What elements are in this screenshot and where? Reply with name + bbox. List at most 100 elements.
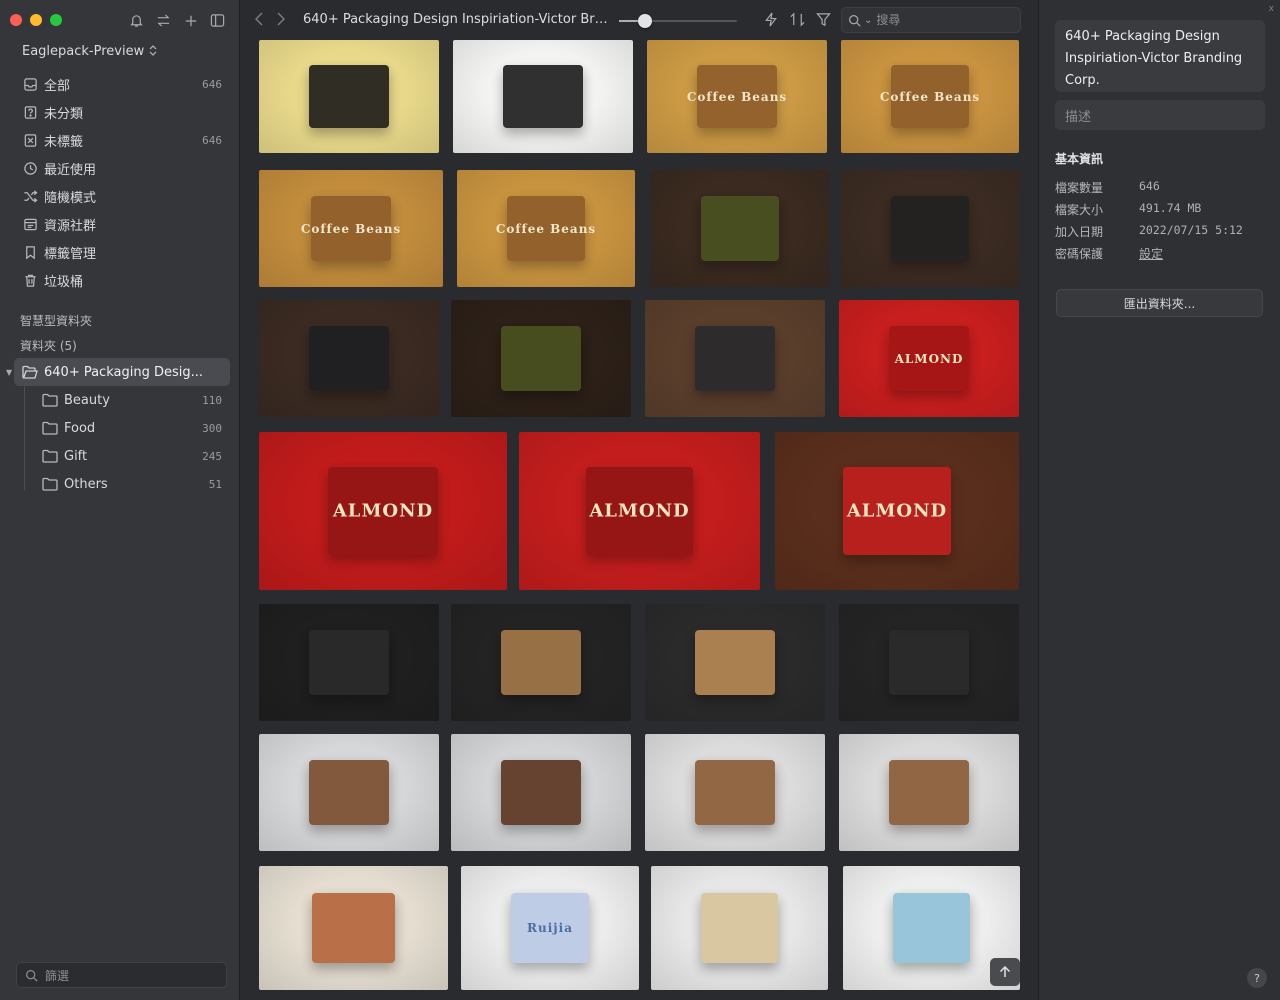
thumbnail-item[interactable] <box>839 734 1019 851</box>
sidebar-item-community[interactable]: 資源社群 <box>14 210 230 238</box>
thumbnail-item[interactable] <box>645 300 825 417</box>
thumbnail-size-slider[interactable] <box>619 14 737 28</box>
bolt-icon[interactable] <box>763 11 779 27</box>
thumbnail-item[interactable]: ALMOND <box>259 432 507 590</box>
search-icon <box>25 968 39 982</box>
password-set-link[interactable]: 設定 <box>1139 245 1163 263</box>
thumbnail-item[interactable] <box>259 866 448 990</box>
subfolder-label: Others <box>64 476 108 492</box>
description-field[interactable]: 描述 <box>1055 100 1265 130</box>
thumbnail-item[interactable]: Coffee Beans <box>457 170 635 287</box>
export-folder-button[interactable]: 匯出資料夾... <box>1056 289 1263 317</box>
thumbnail-item[interactable] <box>259 734 439 851</box>
thumbnail-item[interactable]: ALMOND <box>839 300 1019 417</box>
minimize-window-button[interactable] <box>30 14 42 26</box>
sort-icon[interactable] <box>789 11 805 27</box>
filter-input[interactable]: 篩選 <box>16 962 227 988</box>
subfolder-others[interactable]: Others 51 <box>14 470 230 498</box>
sidebar-toolbar <box>128 12 226 29</box>
filter-funnel-icon[interactable] <box>815 11 831 27</box>
folder-icon <box>42 392 58 408</box>
subfolder-beauty[interactable]: Beauty 110 <box>14 386 230 414</box>
inspector-panel: x 640+ Packaging Design Inspiriation-Vic… <box>1038 0 1280 1000</box>
close-icon[interactable]: x <box>1269 4 1274 14</box>
sidebar-item-question-box[interactable]: 未分類 <box>14 98 230 126</box>
filter-placeholder: 篩選 <box>45 968 70 983</box>
add-icon[interactable] <box>182 12 199 29</box>
forward-chevron-icon[interactable] <box>276 12 285 30</box>
thumbnail-item[interactable] <box>451 300 631 417</box>
thumbnail-item[interactable]: ALMOND <box>519 432 760 590</box>
thumbnail-item[interactable] <box>841 170 1019 287</box>
sync-icon[interactable] <box>155 12 172 29</box>
product-shape <box>889 629 969 696</box>
thumbnail-item[interactable] <box>259 300 439 417</box>
history-nav <box>255 12 285 30</box>
info-key: 檔案大小 <box>1055 203 1104 217</box>
tag-off-icon <box>22 132 38 148</box>
expand-caret-icon[interactable]: ▼ <box>6 368 12 377</box>
sidebar-item-label: 未標籤 <box>44 134 84 150</box>
help-button[interactable]: ? <box>1247 968 1267 988</box>
thumbnail-item[interactable] <box>259 40 439 153</box>
package-label: Coffee Beans <box>300 221 402 236</box>
scroll-to-top-button[interactable] <box>990 958 1020 986</box>
folder-icon <box>42 420 58 436</box>
thumbnail-item[interactable] <box>651 866 828 990</box>
thumbnail-item[interactable] <box>451 734 631 851</box>
sidebar-toggle-icon[interactable] <box>209 12 226 29</box>
bell-icon[interactable] <box>128 12 145 29</box>
sidebar-item-shuffle[interactable]: 隨機模式 <box>14 182 230 210</box>
community-icon <box>22 216 38 232</box>
subfolder-label: Beauty <box>64 392 110 408</box>
thumbnail-item[interactable]: Coffee Beans <box>647 40 827 153</box>
search-scope-chevron-icon[interactable]: ⌄ <box>864 15 872 26</box>
smart-folders-header[interactable]: 智慧型資料夾 <box>20 312 92 329</box>
back-chevron-icon[interactable] <box>255 12 264 30</box>
sidebar-item-inbox[interactable]: 全部 646 <box>14 70 230 98</box>
thumbnail-item[interactable] <box>645 604 825 721</box>
thumbnail-item[interactable] <box>451 604 631 721</box>
sidebar-item-label: 未分類 <box>44 106 84 122</box>
info-key: 密碼保護 <box>1055 247 1104 261</box>
subfolder-gift[interactable]: Gift 245 <box>14 442 230 470</box>
product-shape <box>700 893 779 963</box>
main-toolbar: 640+ Packaging Design Inspiriation-Victo… <box>241 0 1038 40</box>
sidebar-item-bookmark[interactable]: 標籤管理 <box>14 238 230 266</box>
subfolder-food[interactable]: Food 300 <box>14 414 230 442</box>
sidebar-item-clock[interactable]: 最近使用 <box>14 154 230 182</box>
package-label: ALMOND <box>589 500 690 522</box>
sidebar-item-tag-off[interactable]: 未標籤 646 <box>14 126 230 154</box>
thumbnail-item[interactable]: Coffee Beans <box>259 170 443 287</box>
thumbnail-item[interactable]: Coffee Beans <box>841 40 1019 153</box>
sidebar-item-label: 全部 <box>44 78 71 94</box>
library-switcher[interactable]: Eaglepack-Preview <box>22 44 157 59</box>
sidebar-item-label: 隨機模式 <box>44 190 97 206</box>
item-count: 646 <box>202 133 222 147</box>
thumbnail-item[interactable] <box>651 170 829 287</box>
shuffle-icon <box>22 188 38 204</box>
folder-root-packaging[interactable]: ▼ 640+ Packaging Desig... <box>6 358 230 386</box>
product-shape <box>695 629 775 696</box>
thumbnail-item[interactable] <box>453 40 633 153</box>
folder-name-field[interactable]: 640+ Packaging Design Inspiriation-Victo… <box>1055 20 1265 92</box>
close-window-button[interactable] <box>10 14 22 26</box>
search-input[interactable] <box>876 13 1017 27</box>
clock-icon <box>22 160 38 176</box>
sidebar-item-label: 資源社群 <box>44 218 97 234</box>
thumbnail-item[interactable] <box>839 604 1019 721</box>
sidebar-item-trash[interactable]: 垃圾桶 <box>14 266 230 294</box>
thumbnail-item[interactable]: ALMOND <box>775 432 1019 590</box>
thumbnail-item[interactable]: Ruijia <box>461 866 639 990</box>
thumbnail-item[interactable] <box>259 604 439 721</box>
zoom-window-button[interactable] <box>50 14 62 26</box>
folder-root-label: 640+ Packaging Desig... <box>44 364 204 380</box>
thumbnail-item[interactable] <box>645 734 825 851</box>
folders-header[interactable]: 資料夾 (5) <box>20 337 77 354</box>
search-field[interactable]: ⌄ <box>841 7 1021 33</box>
question-box-icon <box>22 104 38 120</box>
product-shape <box>892 893 971 963</box>
folder-icon <box>42 476 58 492</box>
slider-knob[interactable] <box>637 14 652 28</box>
package-label: Ruijia <box>527 921 573 935</box>
